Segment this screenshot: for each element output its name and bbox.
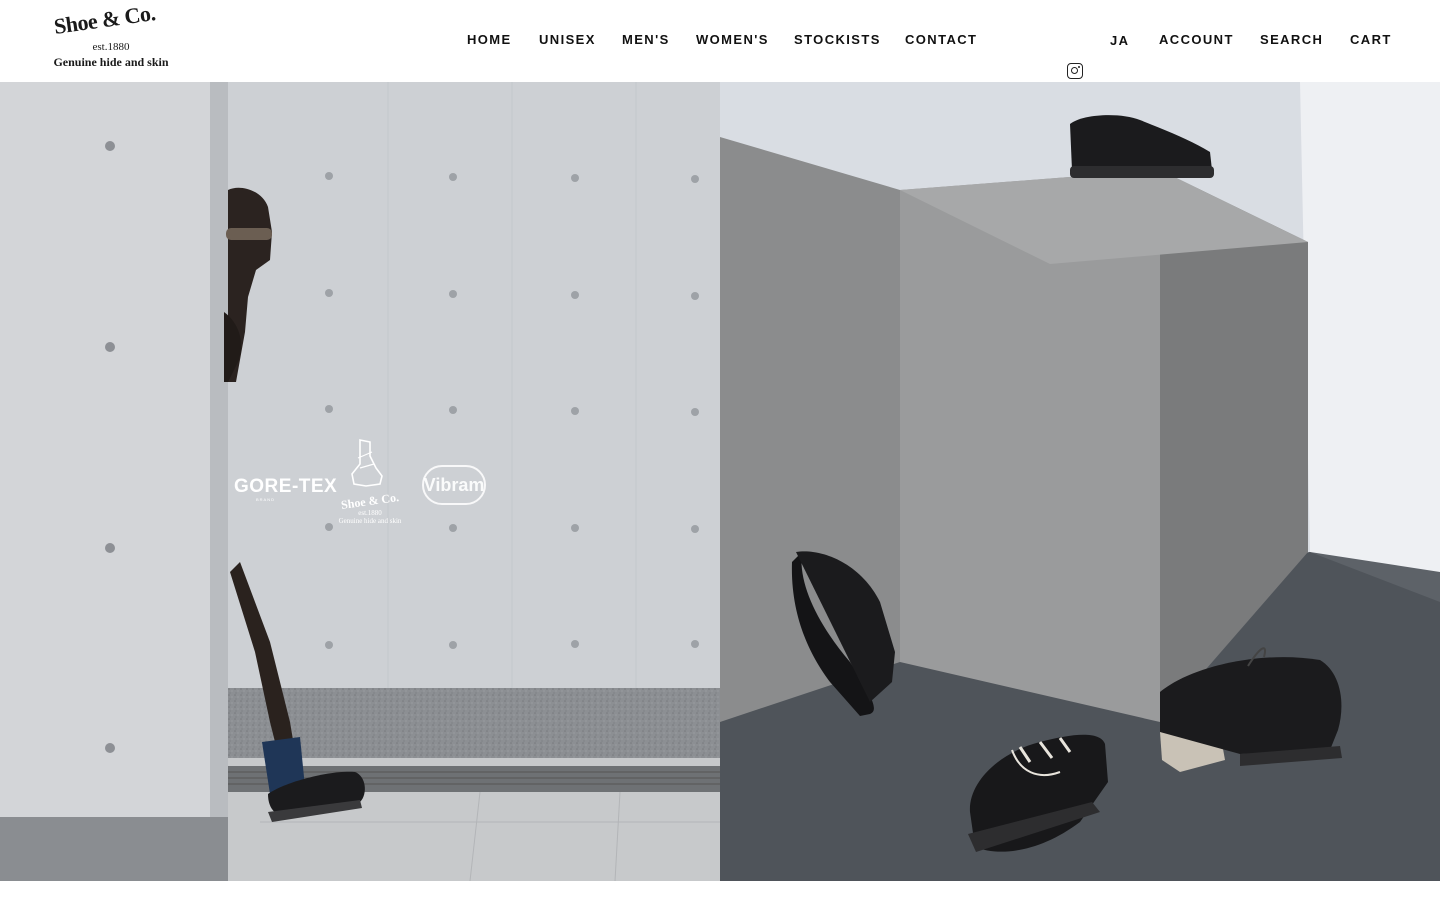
site-header: Shoe & Co. est.1880 Genuine hide and ski… [0,0,1440,82]
boot-emblem-icon [351,439,383,487]
vibram-logo: Vibram [422,465,486,505]
vibram-ring [422,465,486,505]
brand-logo[interactable]: Shoe & Co. est.1880 Genuine hide and ski… [44,0,178,74]
nav-stockists[interactable]: STOCKISTS [794,31,881,49]
hero-photo-right [720,82,1440,881]
collaboration-logos: GORE-TEX BRAND Shoe & Co. est.1880 Genui… [232,438,492,528]
logo-tagline: Genuine hide and skin [53,55,169,69]
search-link[interactable]: SEARCH [1260,31,1323,49]
overlay-logo-tagline: Genuine hide and skin [338,517,402,525]
nav-contact[interactable]: CONTACT [905,31,977,49]
instagram-icon[interactable] [1067,63,1083,79]
nav-unisex[interactable]: UNISEX [539,31,596,49]
logo-established: est.1880 [92,41,130,53]
nav-home[interactable]: HOME [467,31,512,49]
nav-womens[interactable]: WOMEN'S [696,31,769,49]
hero-banner: GORE-TEX BRAND Shoe & Co. est.1880 Genui… [0,82,1440,881]
gore-tex-logo: GORE-TEX [234,476,338,497]
overlay-brand-logo: Shoe & Co. est.1880 Genuine hide and ski… [332,490,408,525]
gore-tex-sublabel: BRAND [256,497,276,502]
account-link[interactable]: ACCOUNT [1159,31,1234,49]
below-hero-strip [0,881,1440,900]
nav-mens[interactable]: MEN'S [622,31,670,49]
language-switch[interactable]: JA [1110,32,1129,50]
hero-image-left[interactable]: GORE-TEX BRAND Shoe & Co. est.1880 Genui… [0,82,720,881]
hero-image-right[interactable] [720,82,1440,881]
cart-link[interactable]: CART [1350,31,1392,49]
logo-name: Shoe & Co. [52,0,157,40]
